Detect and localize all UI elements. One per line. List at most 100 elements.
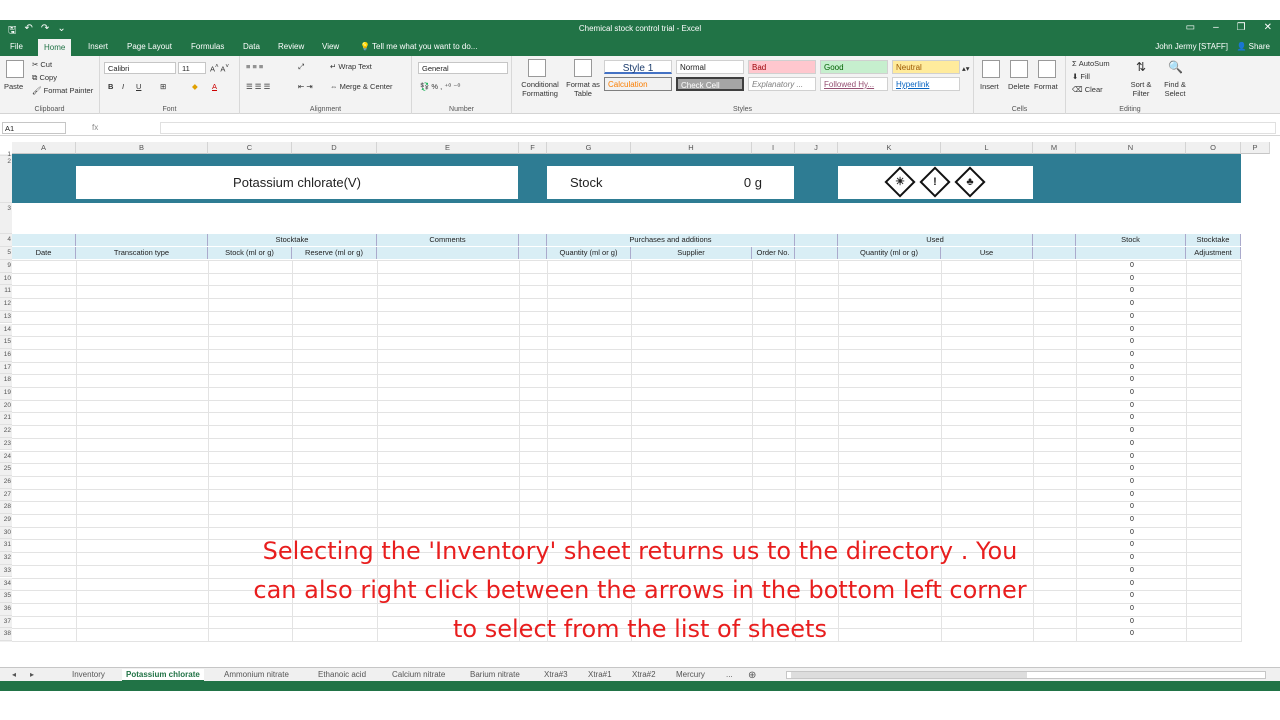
name-box[interactable]: A1 (2, 122, 66, 134)
row-header[interactable]: 16 (0, 348, 12, 362)
column-header-n[interactable]: N (1076, 142, 1186, 154)
row-header[interactable]: 10 (0, 272, 12, 286)
stock-cell[interactable]: 0 (1120, 376, 1144, 383)
row-header[interactable]: 24 (0, 450, 12, 464)
row-header[interactable]: 2 (0, 156, 12, 203)
column-title[interactable]: Order No. (752, 247, 795, 259)
format-cells-label[interactable]: Format (1034, 82, 1058, 91)
row-header[interactable]: 25 (0, 463, 12, 476)
stock-cell[interactable]: 0 (1120, 554, 1144, 561)
row-header[interactable]: 31 (0, 539, 12, 553)
row-header[interactable]: 34 (0, 577, 12, 591)
row-header[interactable]: 23 (0, 437, 12, 451)
horizontal-scrollbar[interactable] (786, 671, 1266, 679)
paste-label[interactable]: Paste (4, 82, 23, 91)
stock-cell[interactable]: 0 (1120, 262, 1144, 269)
fill-color-icon[interactable]: ◆ (192, 82, 198, 91)
stock-cell[interactable]: 0 (1120, 364, 1144, 371)
stock-cell[interactable]: 0 (1120, 529, 1144, 536)
sheet-tab[interactable]: Xtra#2 (628, 669, 660, 680)
cut-button[interactable]: ✂ Cut (32, 60, 52, 69)
fx-icon[interactable]: fx (92, 123, 98, 132)
format-as-table-label[interactable]: Format as Table (564, 80, 602, 98)
group-blank-f[interactable] (519, 234, 547, 246)
clear-button[interactable]: ⌫ Clear (1072, 85, 1103, 94)
column-title[interactable]: Reserve (ml or g) (292, 247, 377, 259)
indent-icon[interactable]: ⇤ ⇥ (298, 82, 313, 91)
stock-cell[interactable]: 0 (1120, 605, 1144, 612)
row-header[interactable]: 5 (0, 247, 12, 260)
stock-cell[interactable]: 0 (1120, 351, 1144, 358)
row-header[interactable]: 35 (0, 590, 12, 603)
stock-summary-cell[interactable]: Stock 0 g (547, 166, 794, 199)
format-as-table-icon[interactable] (574, 59, 592, 77)
stock-cell[interactable]: 0 (1120, 516, 1144, 523)
formula-input[interactable] (160, 122, 1276, 134)
column-header-p[interactable]: P (1241, 142, 1270, 154)
stock-cell[interactable]: 0 (1120, 313, 1144, 320)
row-header[interactable]: 20 (0, 399, 12, 413)
column-title[interactable]: Quantity (ml or g) (838, 247, 941, 259)
ribbon-display-icon[interactable]: ▭ (1186, 22, 1195, 33)
find-select-label[interactable]: Find & Select (1160, 80, 1190, 98)
stock-cell[interactable]: 0 (1120, 503, 1144, 510)
row-header[interactable]: 3 (0, 203, 12, 234)
stock-cell[interactable]: 0 (1120, 592, 1144, 599)
column-title[interactable] (377, 247, 519, 259)
stock-cell[interactable]: 0 (1120, 453, 1144, 460)
stock-cell[interactable]: 0 (1120, 287, 1144, 294)
bold-icon[interactable]: B (108, 82, 113, 91)
sheet-tab[interactable]: ... (722, 669, 737, 680)
column-header-a[interactable]: A (12, 142, 76, 154)
column-header-o[interactable]: O (1186, 142, 1241, 154)
merge-center-button[interactable]: ⇔ Merge & Center (330, 82, 393, 91)
row-header[interactable]: 33 (0, 564, 12, 578)
column-header-b[interactable]: B (76, 142, 208, 154)
column-title[interactable] (1076, 247, 1186, 259)
borders-icon[interactable]: ⊞ (160, 82, 166, 91)
row-header[interactable]: 11 (0, 285, 12, 299)
group-stock[interactable]: Stock (1076, 234, 1186, 246)
style-check-cell[interactable]: Check Cell (676, 77, 744, 91)
row-header[interactable]: 26 (0, 475, 12, 489)
row-header[interactable]: 12 (0, 298, 12, 311)
stock-cell[interactable]: 0 (1120, 427, 1144, 434)
row-header[interactable]: 37 (0, 615, 12, 629)
group-comments[interactable]: Comments (377, 234, 519, 246)
column-header-h[interactable]: H (631, 142, 752, 154)
format-cells-icon[interactable] (1038, 60, 1056, 78)
row-header[interactable]: 9 (0, 260, 12, 273)
column-header-c[interactable]: C (208, 142, 292, 154)
row-header[interactable]: 4 (0, 234, 12, 247)
horizontal-scroll-thumb[interactable] (791, 672, 1027, 678)
sheet-tab[interactable]: Calcium nitrate (388, 669, 449, 680)
column-title[interactable] (1033, 247, 1076, 259)
column-title[interactable]: Supplier (631, 247, 752, 259)
grow-font-icon[interactable]: A˄ A˅ (210, 63, 229, 74)
stock-cell[interactable]: 0 (1120, 300, 1144, 307)
chemical-name-cell[interactable]: Potassium chlorate(V) (76, 166, 518, 199)
column-title[interactable]: Use (941, 247, 1033, 259)
sort-filter-icon[interactable]: ⇅ (1136, 60, 1146, 74)
row-header[interactable]: 30 (0, 526, 12, 540)
sheet-tab[interactable]: Xtra#1 (584, 669, 616, 680)
group-stocktake-adjust[interactable]: Stocktake (1186, 234, 1241, 246)
stock-cell[interactable]: 0 (1120, 402, 1144, 409)
row-header[interactable]: 22 (0, 425, 12, 438)
row-header[interactable]: 18 (0, 374, 12, 387)
number-format-dropdown[interactable]: General (418, 62, 508, 74)
tab-insert[interactable]: Insert (82, 41, 114, 52)
column-header-d[interactable]: D (292, 142, 377, 154)
row-header[interactable]: 28 (0, 501, 12, 514)
group-used[interactable]: Used (838, 234, 1033, 246)
row-header[interactable]: 39 (0, 641, 12, 642)
styles-scroll-icon[interactable]: ▴▾ (962, 64, 970, 73)
group-blank-m[interactable] (1033, 234, 1076, 246)
sheet-tab[interactable]: Inventory (68, 669, 109, 680)
tab-page-layout[interactable]: Page Layout (121, 41, 178, 52)
row-header[interactable]: 21 (0, 412, 12, 426)
stock-cell[interactable]: 0 (1120, 478, 1144, 485)
style-1[interactable]: Style 1 (604, 60, 672, 74)
tab-data[interactable]: Data (237, 41, 266, 52)
sheet-tab[interactable]: Xtra#3 (540, 669, 572, 680)
